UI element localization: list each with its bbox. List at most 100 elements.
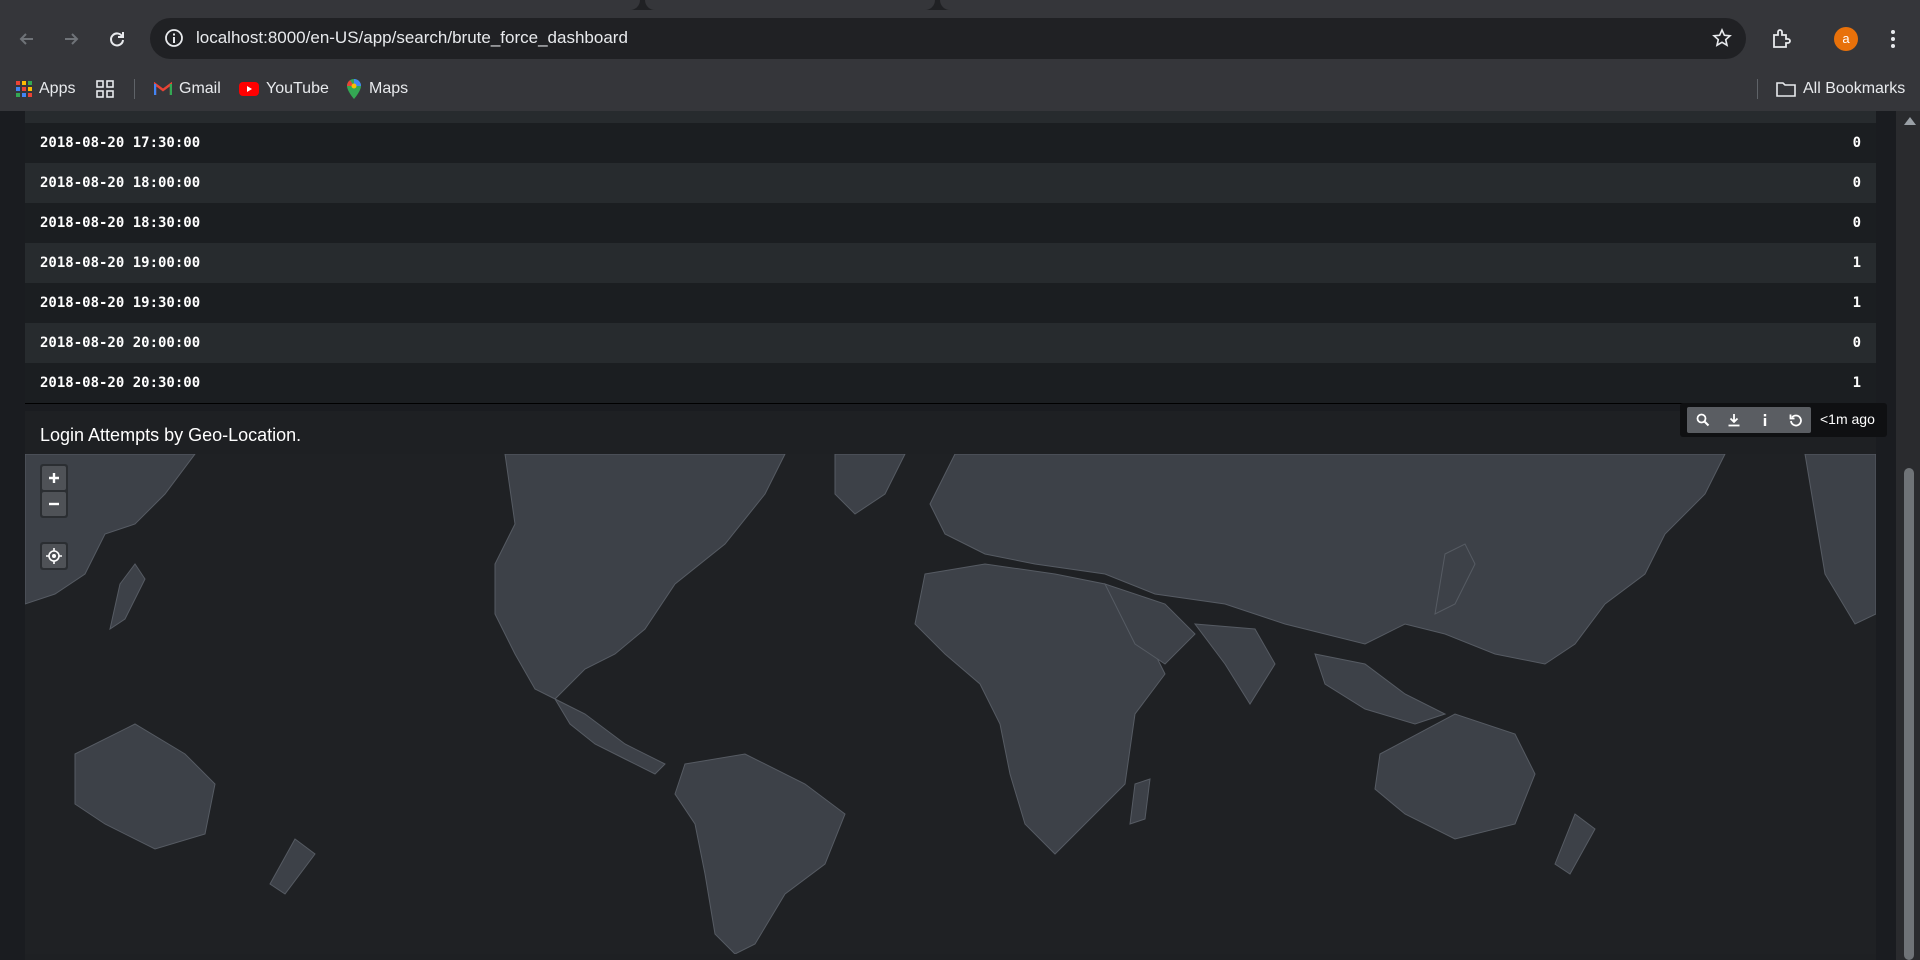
gmail-icon [154, 82, 172, 95]
landmass-north-america [494, 454, 786, 700]
info-icon [1763, 414, 1766, 426]
table-row[interactable]: 2018-08-20 20:30:00 1 [25, 363, 1876, 403]
background-tab[interactable] [0, 0, 640, 10]
dashboard-page: 2018-08-20 17:30:00 0 2018-08-20 18:00:0… [0, 111, 1920, 960]
landmass-south-america [674, 753, 846, 954]
site-info-icon[interactable] [164, 28, 184, 48]
all-bookmarks-button[interactable]: All Bookmarks [1776, 67, 1905, 111]
apps-grid-icon [16, 81, 32, 97]
table-row[interactable]: 2018-08-20 19:00:00 1 [25, 243, 1876, 283]
bookmark-label: Maps [369, 80, 409, 97]
bookmarks-bar: Apps Gmail YouTube Maps All Bookmarks [0, 67, 1920, 112]
count-cell[interactable]: 0 [1853, 215, 1861, 231]
table-row[interactable]: 2018-08-20 18:30:00 0 [25, 203, 1876, 243]
time-cell: 2018-08-20 18:00:00 [40, 175, 201, 191]
zoom-in-icon [49, 473, 59, 483]
extensions-icon[interactable] [1770, 27, 1794, 51]
count-cell[interactable]: 0 [1853, 175, 1861, 191]
address-bar[interactable]: localhost:8000/en-US/app/search/brute_fo… [150, 18, 1746, 59]
landmass-madagascar [1129, 778, 1151, 825]
bookmark-label: Apps [39, 80, 76, 97]
refresh-button[interactable] [1780, 407, 1811, 433]
divider [134, 79, 135, 99]
landmass-new-zealand-left [269, 838, 316, 895]
landmass-japan-left [109, 563, 146, 631]
world-map-canvas[interactable] [25, 454, 1876, 954]
arrow-right-icon [65, 33, 79, 45]
export-button[interactable] [1718, 407, 1749, 433]
locate-icon [46, 548, 62, 564]
table-row[interactable]: 2018-08-20 19:30:00 1 [25, 283, 1876, 323]
count-cell[interactable]: 1 [1853, 375, 1861, 391]
open-in-search-button[interactable] [1687, 407, 1718, 433]
panel-toolbar: <1m ago [1680, 403, 1887, 437]
bookmark-label: YouTube [266, 80, 329, 97]
bookmark-tab-groups[interactable] [96, 67, 114, 111]
all-bookmarks-label: All Bookmarks [1803, 80, 1906, 97]
table-row[interactable]: 2018-08-20 18:00:00 0 [25, 163, 1876, 203]
maps-icon [347, 79, 361, 99]
count-cell[interactable]: 0 [1853, 335, 1861, 351]
landmass-greenland [834, 454, 906, 515]
count-cell[interactable]: 1 [1853, 255, 1861, 271]
last-refresh-time: <1m ago [1820, 411, 1875, 427]
bookmark-gmail[interactable]: Gmail [154, 67, 221, 111]
count-cell[interactable]: 0 [1853, 135, 1861, 151]
table-row[interactable]: 2018-08-20 17:30:00 0 [25, 123, 1876, 163]
divider [25, 403, 1876, 404]
landmass-north-america-right [1804, 454, 1876, 625]
table-row-partial [25, 111, 1876, 123]
landmass-australia-left [74, 723, 216, 850]
world-map[interactable] [25, 454, 1876, 954]
zoom-out-icon [49, 502, 59, 506]
locate-button[interactable] [42, 544, 66, 568]
bookmark-maps[interactable]: Maps [346, 67, 408, 111]
tab-groups-icon [96, 80, 114, 98]
more-menu-icon[interactable] [1886, 27, 1900, 51]
avatar[interactable]: a [1834, 27, 1858, 51]
count-cell[interactable]: 1 [1853, 295, 1861, 311]
time-cell: 2018-08-20 17:30:00 [40, 135, 201, 151]
panel-title: Login Attempts by Geo-Location. [40, 425, 302, 445]
active-tab[interactable] [645, 0, 935, 10]
time-cell: 2018-08-20 20:00:00 [40, 335, 201, 351]
landmass-australia-right [1374, 713, 1536, 840]
zoom-controls [40, 464, 68, 518]
landmass-india [1193, 623, 1276, 705]
background-tab[interactable] [940, 0, 1920, 10]
results-table: 2018-08-20 17:30:00 0 2018-08-20 18:00:0… [25, 111, 1876, 404]
landmass-southeast-asia [1314, 653, 1447, 725]
bookmark-youtube[interactable]: YouTube [239, 67, 329, 111]
table-row[interactable]: 2018-08-20 20:00:00 0 [25, 323, 1876, 363]
reload-icon [110, 32, 124, 47]
reload-button[interactable] [104, 26, 130, 52]
time-cell: 2018-08-20 19:30:00 [40, 295, 201, 311]
browser-toolbar: localhost:8000/en-US/app/search/brute_fo… [0, 10, 1920, 67]
time-cell: 2018-08-20 18:30:00 [40, 215, 201, 231]
time-cell: 2018-08-20 19:00:00 [40, 255, 201, 271]
export-icon [1728, 414, 1739, 427]
back-button[interactable] [14, 26, 40, 52]
search-icon [1696, 413, 1709, 427]
refresh-icon [1789, 414, 1802, 427]
forward-button[interactable] [58, 26, 84, 52]
inspect-button[interactable] [1749, 407, 1780, 433]
tab-strip [0, 0, 1920, 10]
bookmark-apps[interactable]: Apps [16, 67, 75, 111]
bookmark-label: Gmail [179, 80, 221, 97]
time-cell: 2018-08-20 20:30:00 [40, 375, 201, 391]
scrollbar-thumb[interactable] [1904, 468, 1914, 960]
scroll-up-arrow-icon[interactable] [1904, 117, 1916, 125]
divider [1757, 79, 1758, 99]
arrow-left-icon [19, 33, 33, 45]
zoom-in-button[interactable] [42, 466, 66, 490]
url-text[interactable]: localhost:8000/en-US/app/search/brute_fo… [196, 28, 628, 48]
zoom-out-button[interactable] [42, 492, 66, 516]
bookmark-star-icon[interactable] [1712, 28, 1732, 48]
locate-control [40, 542, 68, 570]
youtube-icon [239, 82, 259, 96]
landmass-new-zealand-right [1554, 813, 1596, 875]
panel-action-buttons [1687, 407, 1811, 433]
folder-icon [1776, 82, 1796, 97]
landmass-central-america [553, 697, 666, 775]
